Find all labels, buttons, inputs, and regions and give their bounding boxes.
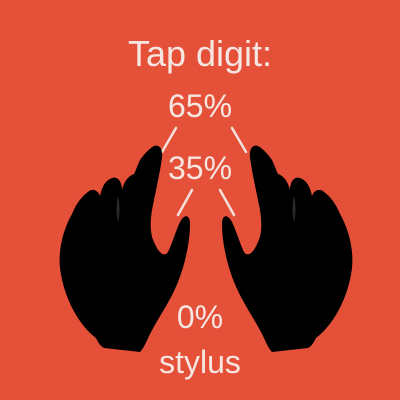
option-65[interactable]: 65% bbox=[0, 90, 400, 122]
option-35[interactable]: 35% bbox=[0, 152, 400, 184]
infographic-panel: Tap digit: 65% 35% 0% stylus bbox=[0, 0, 400, 400]
option-0[interactable]: 0% bbox=[0, 301, 400, 333]
device-label: stylus bbox=[159, 344, 241, 380]
prompt-title: Tap digit: bbox=[127, 33, 273, 74]
